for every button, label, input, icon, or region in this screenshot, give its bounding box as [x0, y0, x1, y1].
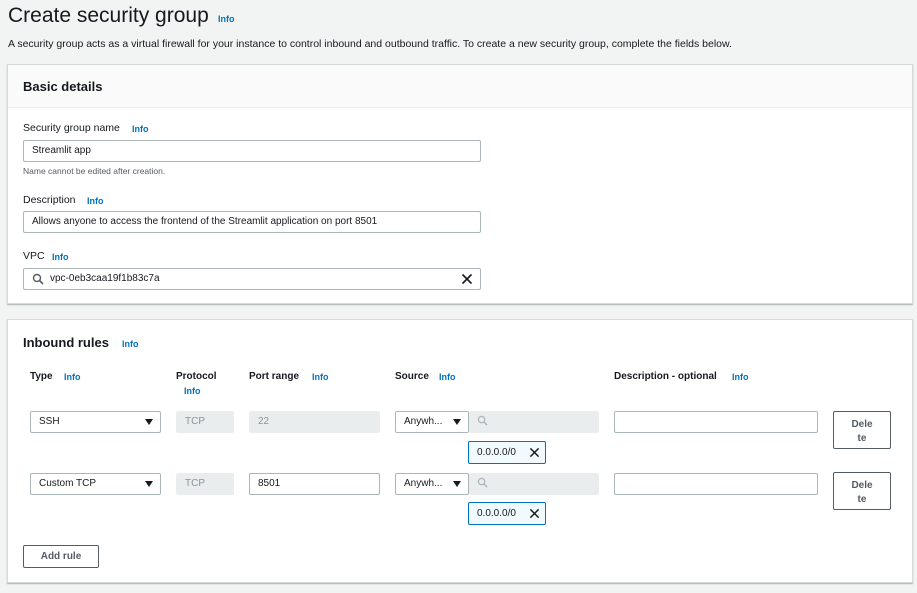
rule-port-range-input: 22: [249, 411, 380, 433]
column-description-info-link[interactable]: Info: [732, 372, 749, 382]
clear-icon[interactable]: [461, 273, 473, 285]
remove-token-icon[interactable]: [529, 508, 540, 519]
vpc-info-link[interactable]: Info: [52, 252, 69, 262]
basic-details-title: Basic details: [23, 79, 103, 94]
basic-details-panel: Basic details Security group name Info S…: [7, 64, 913, 304]
caret-down-icon: [145, 419, 153, 425]
page-description: A security group acts as a virtual firew…: [8, 38, 732, 50]
rule-type-value: Custom TCP: [39, 478, 97, 489]
security-group-name-label: Security group name: [23, 122, 120, 134]
cidr-token: 0.0.0.0/0: [468, 441, 546, 464]
cidr-token: 0.0.0.0/0: [468, 502, 546, 525]
page-title: Create security group: [8, 4, 209, 27]
rule-protocol-field: TCP: [176, 411, 234, 433]
search-icon: [477, 477, 488, 488]
rule-cidr-search-input[interactable]: [469, 411, 599, 433]
rule-description-input[interactable]: [614, 411, 818, 433]
rule-cidr-search-input[interactable]: [469, 473, 599, 495]
delete-label-part1: Dele: [851, 480, 873, 491]
description-label: Description: [23, 194, 76, 206]
column-source-info-link[interactable]: Info: [439, 372, 456, 382]
rule-source-value: Anywh...: [404, 416, 443, 427]
vpc-value: vpc-0eb3caa19f1b83c7a: [50, 273, 160, 284]
delete-label-part1: Dele: [851, 419, 873, 430]
delete-label-part2: te: [857, 433, 867, 444]
inbound-rules-title: Inbound rules: [23, 335, 109, 350]
rule-source-select[interactable]: Anywh...: [395, 411, 469, 433]
delete-rule-button[interactable]: Dele te: [833, 472, 891, 510]
rule-type-select[interactable]: SSH: [30, 411, 161, 433]
caret-down-icon: [145, 481, 153, 487]
cidr-token-label: 0.0.0.0/0: [477, 508, 516, 519]
add-rule-button[interactable]: Add rule: [23, 545, 99, 568]
column-protocol: Protocol: [176, 371, 217, 382]
column-protocol-info-link[interactable]: Info: [184, 386, 201, 396]
rule-description-input[interactable]: [614, 473, 818, 495]
column-description: Description - optional: [614, 371, 717, 382]
rule-source-select[interactable]: Anywh...: [395, 473, 469, 495]
page-title-info-link[interactable]: Info: [218, 14, 235, 24]
delete-label-part2: te: [857, 494, 867, 505]
rule-protocol-field: TCP: [176, 473, 234, 495]
column-port-range-info-link[interactable]: Info: [312, 372, 329, 382]
rule-port-range-input[interactable]: 8501: [249, 473, 380, 495]
column-type: Type: [30, 371, 53, 382]
caret-down-icon: [453, 419, 461, 425]
basic-details-header: Basic details: [8, 65, 912, 108]
column-type-info-link[interactable]: Info: [64, 372, 81, 382]
inbound-rules-panel: Inbound rules Info Type Info Protocol In…: [7, 319, 913, 583]
column-port-range: Port range: [249, 371, 300, 382]
cidr-token-label: 0.0.0.0/0: [477, 447, 516, 458]
description-info-link[interactable]: Info: [87, 196, 104, 206]
description-input[interactable]: Allows anyone to access the frontend of …: [23, 211, 481, 233]
caret-down-icon: [453, 481, 461, 487]
rule-type-value: SSH: [39, 416, 60, 427]
security-group-name-info-link[interactable]: Info: [132, 124, 149, 134]
vpc-label: VPC: [23, 250, 45, 262]
column-source: Source: [395, 371, 429, 382]
delete-rule-button[interactable]: Dele te: [833, 411, 891, 449]
rule-type-select[interactable]: Custom TCP: [30, 473, 161, 495]
vpc-select-input[interactable]: vpc-0eb3caa19f1b83c7a: [23, 268, 481, 290]
rule-source-value: Anywh...: [404, 478, 443, 489]
security-group-name-input[interactable]: Streamlit app: [23, 140, 481, 162]
search-icon: [477, 415, 488, 426]
inbound-rules-info-link[interactable]: Info: [122, 339, 139, 349]
search-icon: [32, 273, 44, 285]
remove-token-icon[interactable]: [529, 447, 540, 458]
security-group-name-hint: Name cannot be edited after creation.: [23, 166, 166, 176]
